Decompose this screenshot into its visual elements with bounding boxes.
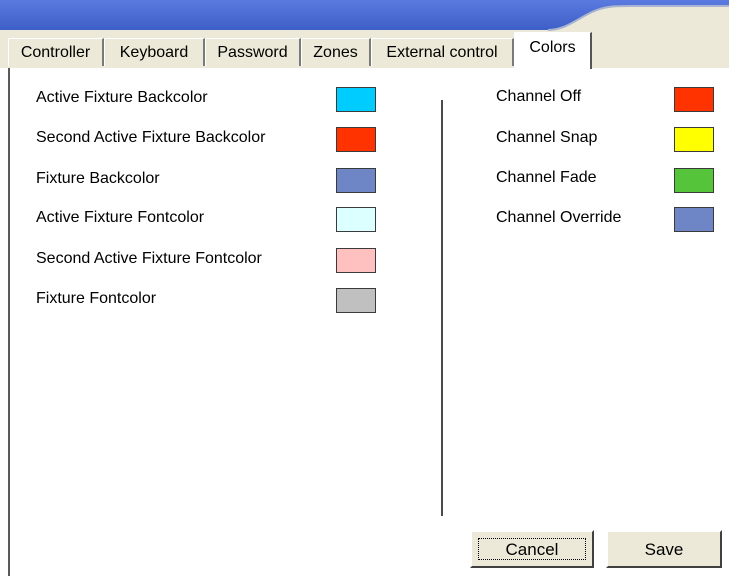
label-fixture-backcolor: Fixture Backcolor	[36, 170, 160, 187]
tab-colors[interactable]: Colors	[514, 32, 592, 69]
label-active-fixture-backcolor: Active Fixture Backcolor	[36, 89, 208, 106]
label-channel-override: Channel Override	[496, 209, 622, 226]
swatch-channel-override[interactable]	[674, 207, 714, 232]
label-fixture-fontcolor: Fixture Fontcolor	[36, 290, 157, 307]
swatch-channel-snap[interactable]	[674, 127, 714, 152]
swatch-fixture-fontcolor[interactable]	[336, 288, 376, 313]
label-channel-off: Channel Off	[496, 88, 582, 105]
focus-rectangle	[478, 538, 586, 560]
tab-controller[interactable]: Controller	[8, 38, 104, 66]
swatch-fixture-backcolor[interactable]	[336, 168, 376, 193]
tab-keyboard[interactable]: Keyboard	[104, 38, 205, 66]
window-title-bar	[0, 0, 729, 34]
swatch-second-active-fixture-fontcolor[interactable]	[336, 248, 376, 273]
swatch-channel-off[interactable]	[674, 87, 714, 112]
label-channel-fade: Channel Fade	[496, 169, 597, 186]
save-button[interactable]: Save	[606, 530, 722, 568]
swatch-active-fixture-backcolor[interactable]	[336, 87, 376, 112]
label-second-active-fixture-fontcolor: Second Active Fixture Fontcolor	[36, 250, 262, 267]
swatch-second-active-fixture-backcolor[interactable]	[336, 127, 376, 152]
title-bar-graphic	[0, 0, 729, 34]
cancel-button[interactable]: Cancel	[470, 530, 594, 568]
save-button-label: Save	[644, 540, 684, 559]
tab-zones[interactable]: Zones	[301, 38, 371, 66]
label-second-active-fixture-backcolor: Second Active Fixture Backcolor	[36, 129, 266, 146]
tab-password[interactable]: Password	[205, 38, 301, 66]
label-channel-snap: Channel Snap	[496, 129, 598, 146]
label-active-fixture-fontcolor: Active Fixture Fontcolor	[36, 209, 205, 226]
swatch-active-fixture-fontcolor[interactable]	[336, 207, 376, 232]
tab-external-control[interactable]: External control	[371, 38, 514, 66]
swatch-channel-fade[interactable]	[674, 168, 714, 193]
column-divider	[441, 100, 443, 516]
